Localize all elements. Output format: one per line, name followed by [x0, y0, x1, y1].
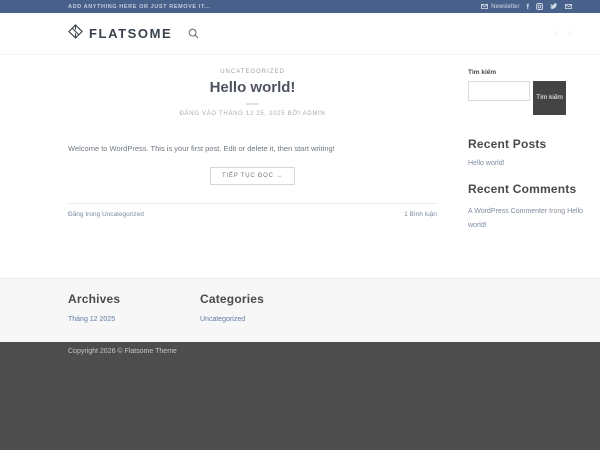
recent-posts-widget: Recent Posts Hello world!	[468, 137, 585, 167]
search-submit-button[interactable]: Tìm kiếm	[533, 81, 566, 115]
newsletter-link[interactable]: Newsletter	[481, 4, 519, 10]
site-logo[interactable]: FLATSOME	[68, 24, 172, 44]
categories-title: Categories	[200, 292, 264, 306]
logo-text: FLATSOME	[89, 26, 172, 41]
next-arrow-icon[interactable]: ›	[568, 28, 572, 39]
post-meta-row: Đăng trong Uncategorized 1 Bình luận	[68, 203, 437, 218]
post-header: UNCATEGORIZED Hello world! ĐĂNG VÀO THÁN…	[68, 69, 437, 117]
topbar: ADD ANYTHING HERE OR JUST REMOVE IT... N…	[0, 0, 600, 13]
post-category-link[interactable]: UNCATEGORIZED	[68, 69, 437, 75]
post-excerpt: Welcome to WordPress. This is your first…	[68, 143, 437, 154]
prev-arrow-icon[interactable]: ‹	[555, 28, 559, 39]
recent-post-link[interactable]: Hello world!	[468, 160, 585, 167]
twitter-icon[interactable]	[550, 3, 558, 10]
facebook-icon[interactable]: f	[527, 3, 530, 11]
recent-comments-widget: Recent Comments A WordPress Commenter tr…	[468, 182, 585, 233]
comments-count-link[interactable]: 1 Bình luận	[404, 211, 437, 218]
absolute-footer: Copyright 2026 © Flatsome Theme	[0, 342, 600, 450]
email-icon[interactable]	[565, 4, 572, 9]
comment-author-link[interactable]: A WordPress Commenter	[468, 208, 547, 215]
topbar-promo-text: ADD ANYTHING HERE OR JUST REMOVE IT...	[68, 4, 211, 10]
comment-prefix: trong	[547, 208, 567, 215]
category-link[interactable]: Uncategorized	[200, 316, 264, 323]
site-header: FLATSOME ‹ ›	[0, 13, 600, 55]
search-icon[interactable]	[188, 28, 199, 39]
search-widget: Tìm kiếm	[468, 81, 585, 115]
topbar-right: Newsletter f	[481, 3, 572, 11]
read-more-button[interactable]: TIẾP TỤC ĐỌC →	[210, 167, 295, 185]
footer-widgets: Archives Tháng 12 2025 Categories Uncate…	[0, 278, 600, 342]
post-article: UNCATEGORIZED Hello world! ĐĂNG VÀO THÁN…	[68, 69, 437, 233]
search-input[interactable]	[468, 81, 530, 101]
post-date-byline: ĐĂNG VÀO THÁNG 12 25, 2025 BỞI ADMIN	[68, 111, 437, 117]
recent-comments-title: Recent Comments	[468, 182, 585, 196]
archives-widget: Archives Tháng 12 2025	[68, 292, 200, 342]
instagram-icon[interactable]	[536, 3, 543, 10]
newsletter-envelope-icon	[481, 4, 488, 9]
recent-comment-item: A WordPress Commenter trong Hello world!	[468, 205, 585, 233]
posted-in-link[interactable]: Đăng trong Uncategorized	[68, 211, 144, 218]
flatsome-gem-icon	[68, 24, 83, 44]
slider-arrows: ‹ ›	[555, 28, 572, 39]
archive-month-link[interactable]: Tháng 12 2025	[68, 316, 200, 323]
archives-title: Archives	[68, 292, 200, 306]
search-widget-label: Tìm kiếm	[468, 69, 585, 76]
newsletter-label: Newsletter	[491, 4, 519, 10]
sidebar: Tìm kiếm Tìm kiếm Recent Posts Hello wor…	[468, 69, 585, 233]
categories-widget: Categories Uncategorized	[200, 292, 264, 342]
recent-posts-title: Recent Posts	[468, 137, 585, 151]
post-title[interactable]: Hello world!	[68, 79, 437, 96]
main-content: UNCATEGORIZED Hello world! ĐĂNG VÀO THÁN…	[0, 55, 600, 278]
read-more-row: TIẾP TỤC ĐỌC →	[68, 164, 437, 185]
title-divider	[246, 103, 259, 105]
copyright-text: Copyright 2026 © Flatsome Theme	[68, 348, 585, 355]
